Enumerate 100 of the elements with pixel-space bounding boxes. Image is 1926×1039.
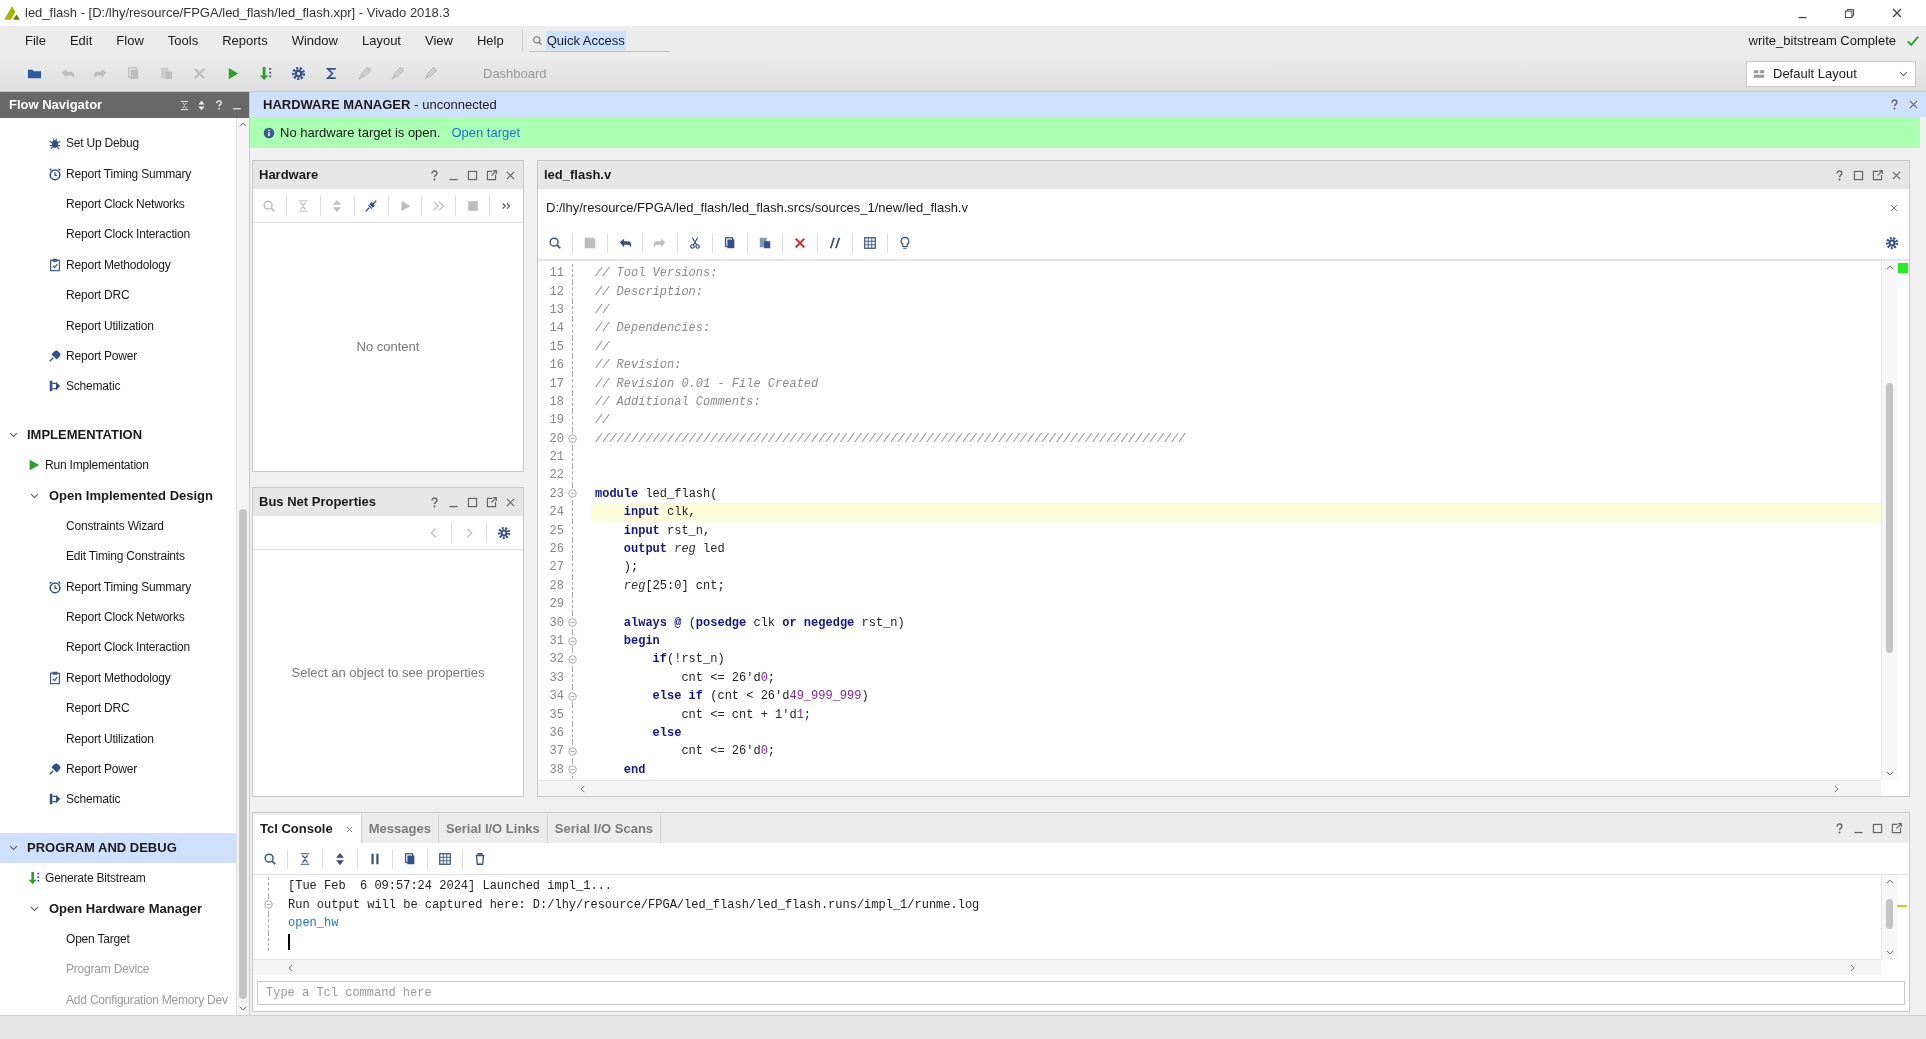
fold-icon[interactable]: [567, 617, 578, 629]
bulb-icon[interactable]: [898, 236, 912, 250]
undo-icon[interactable]: [618, 236, 632, 250]
open-target-link[interactable]: Open target: [451, 122, 521, 143]
tab[interactable]: Tcl Console: [253, 815, 362, 843]
maximize-icon[interactable]: [466, 495, 479, 509]
menu-item[interactable]: Flow: [104, 31, 156, 51]
help-icon[interactable]: [428, 168, 441, 182]
nav-item[interactable]: Generate Bitstream: [0, 863, 236, 894]
nav-item[interactable]: Schematic: [0, 371, 236, 402]
vertical-scrollbar[interactable]: [236, 118, 249, 1015]
scrollbar-thumb[interactable]: [239, 509, 247, 999]
scroll-right-icon[interactable]: [1831, 783, 1841, 794]
scroll-down-icon[interactable]: [1884, 768, 1895, 778]
nav-item[interactable]: Report Clock Networks: [0, 188, 236, 220]
vertical-scrollbar[interactable]: [1881, 261, 1897, 780]
scrollbar-thumb[interactable]: [1886, 383, 1893, 653]
nav-item[interactable]: Schematic: [0, 784, 236, 815]
menu-item[interactable]: Edit: [57, 31, 105, 51]
settings-icon[interactable]: [497, 525, 511, 540]
expand-all-icon[interactable]: [196, 99, 207, 111]
nav-item[interactable]: Report Timing Summary: [0, 571, 236, 602]
tab[interactable]: Serial I/O Links: [438, 815, 548, 843]
collapse-all-icon[interactable]: [179, 99, 190, 111]
settings-icon[interactable]: [291, 66, 306, 81]
scroll-down-icon[interactable]: [238, 1003, 248, 1013]
horizontal-scrollbar[interactable]: [253, 959, 1881, 975]
fold-icon[interactable]: [567, 764, 578, 776]
paste-icon[interactable]: [758, 236, 772, 250]
nav-item[interactable]: Set Up Debug: [0, 128, 236, 159]
menu-item[interactable]: View: [413, 31, 465, 51]
help-icon[interactable]: [1833, 821, 1846, 835]
scroll-up-icon[interactable]: [1884, 877, 1895, 887]
nav-item[interactable]: Report Clock Interaction: [0, 219, 236, 250]
fold-icon[interactable]: [567, 433, 578, 445]
scrollbar-thumb[interactable]: [1886, 899, 1893, 929]
section-header[interactable]: IMPLEMENTATION: [0, 419, 236, 450]
command-input[interactable]: Type a Tcl command here: [257, 981, 1905, 1005]
section-header[interactable]: PROGRAM AND DEBUG: [0, 832, 236, 863]
nav-item[interactable]: Report Methodology: [0, 662, 236, 694]
close-icon[interactable]: [1907, 98, 1920, 111]
nav-item[interactable]: Report Methodology: [0, 249, 236, 280]
collapse-all-icon[interactable]: [298, 851, 312, 866]
nav-item[interactable]: Report Power: [0, 753, 236, 785]
maximize-icon[interactable]: [466, 168, 479, 182]
search-icon[interactable]: [263, 851, 277, 866]
scroll-right-icon[interactable]: [1847, 962, 1857, 973]
fold-icon[interactable]: [567, 635, 578, 647]
scroll-up-icon[interactable]: [238, 120, 248, 130]
nav-group[interactable]: Open Hardware Manager: [0, 893, 236, 924]
maximize-icon[interactable]: [1871, 821, 1884, 835]
close-icon[interactable]: [1889, 203, 1899, 213]
copy-icon[interactable]: [723, 236, 737, 250]
nav-item[interactable]: Report DRC: [0, 693, 236, 724]
close-icon[interactable]: [344, 824, 354, 834]
nav-item[interactable]: Report Clock Interaction: [0, 632, 236, 663]
vertical-scrollbar[interactable]: [1881, 875, 1897, 959]
menu-item[interactable]: Layout: [349, 31, 413, 51]
float-icon[interactable]: [1871, 168, 1884, 182]
menu-item[interactable]: Window: [279, 31, 350, 51]
fold-icon[interactable]: [567, 690, 578, 702]
scroll-left-icon[interactable]: [578, 783, 588, 794]
columns-icon[interactable]: [863, 236, 877, 250]
help-icon[interactable]: [428, 495, 441, 509]
help-icon[interactable]: [1888, 98, 1901, 111]
maximize-icon[interactable]: [1852, 168, 1865, 182]
expand-all-icon[interactable]: [333, 851, 347, 866]
fold-icon[interactable]: [567, 653, 578, 665]
help-icon[interactable]: [213, 99, 225, 111]
delete-icon[interactable]: [473, 851, 487, 866]
delete-icon[interactable]: [793, 236, 807, 250]
nav-item[interactable]: Constraints Wizard: [0, 510, 236, 542]
nav-item[interactable]: Report Timing Summary: [0, 158, 236, 189]
nav-item[interactable]: Run Implementation: [0, 449, 236, 481]
nav-item[interactable]: Open Target: [0, 923, 236, 955]
tab[interactable]: Messages: [361, 815, 439, 843]
menu-item[interactable]: Reports: [210, 31, 280, 51]
close-window-icon[interactable]: [1890, 6, 1904, 20]
copy-icon[interactable]: [403, 851, 417, 866]
horizontal-scrollbar[interactable]: [538, 780, 1881, 796]
nav-item[interactable]: Report Clock Networks: [0, 601, 236, 633]
nav-item[interactable]: Report DRC: [0, 279, 236, 311]
bitstream-icon[interactable]: [258, 66, 273, 81]
float-icon[interactable]: [1890, 821, 1903, 835]
tab[interactable]: Serial I/O Scans: [547, 815, 662, 843]
nav-item[interactable]: Report Utilization: [0, 723, 236, 754]
menu-item[interactable]: Tools: [155, 31, 211, 51]
cut-icon[interactable]: [688, 236, 702, 250]
settings-icon[interactable]: [1885, 236, 1899, 250]
search-icon[interactable]: [548, 236, 562, 250]
scroll-up-icon[interactable]: [1884, 263, 1895, 273]
nav-item[interactable]: Report Power: [0, 340, 236, 372]
connect-icon[interactable]: [364, 198, 379, 213]
fold-icon[interactable]: [567, 488, 578, 500]
help-icon[interactable]: [1833, 168, 1846, 182]
nav-item[interactable]: Edit Timing Constraints: [0, 541, 236, 572]
nav-group[interactable]: Open Implemented Design: [0, 480, 236, 511]
comment-icon[interactable]: [828, 236, 842, 250]
float-icon[interactable]: [485, 168, 498, 182]
nav-item[interactable]: Report Utilization: [0, 310, 236, 341]
